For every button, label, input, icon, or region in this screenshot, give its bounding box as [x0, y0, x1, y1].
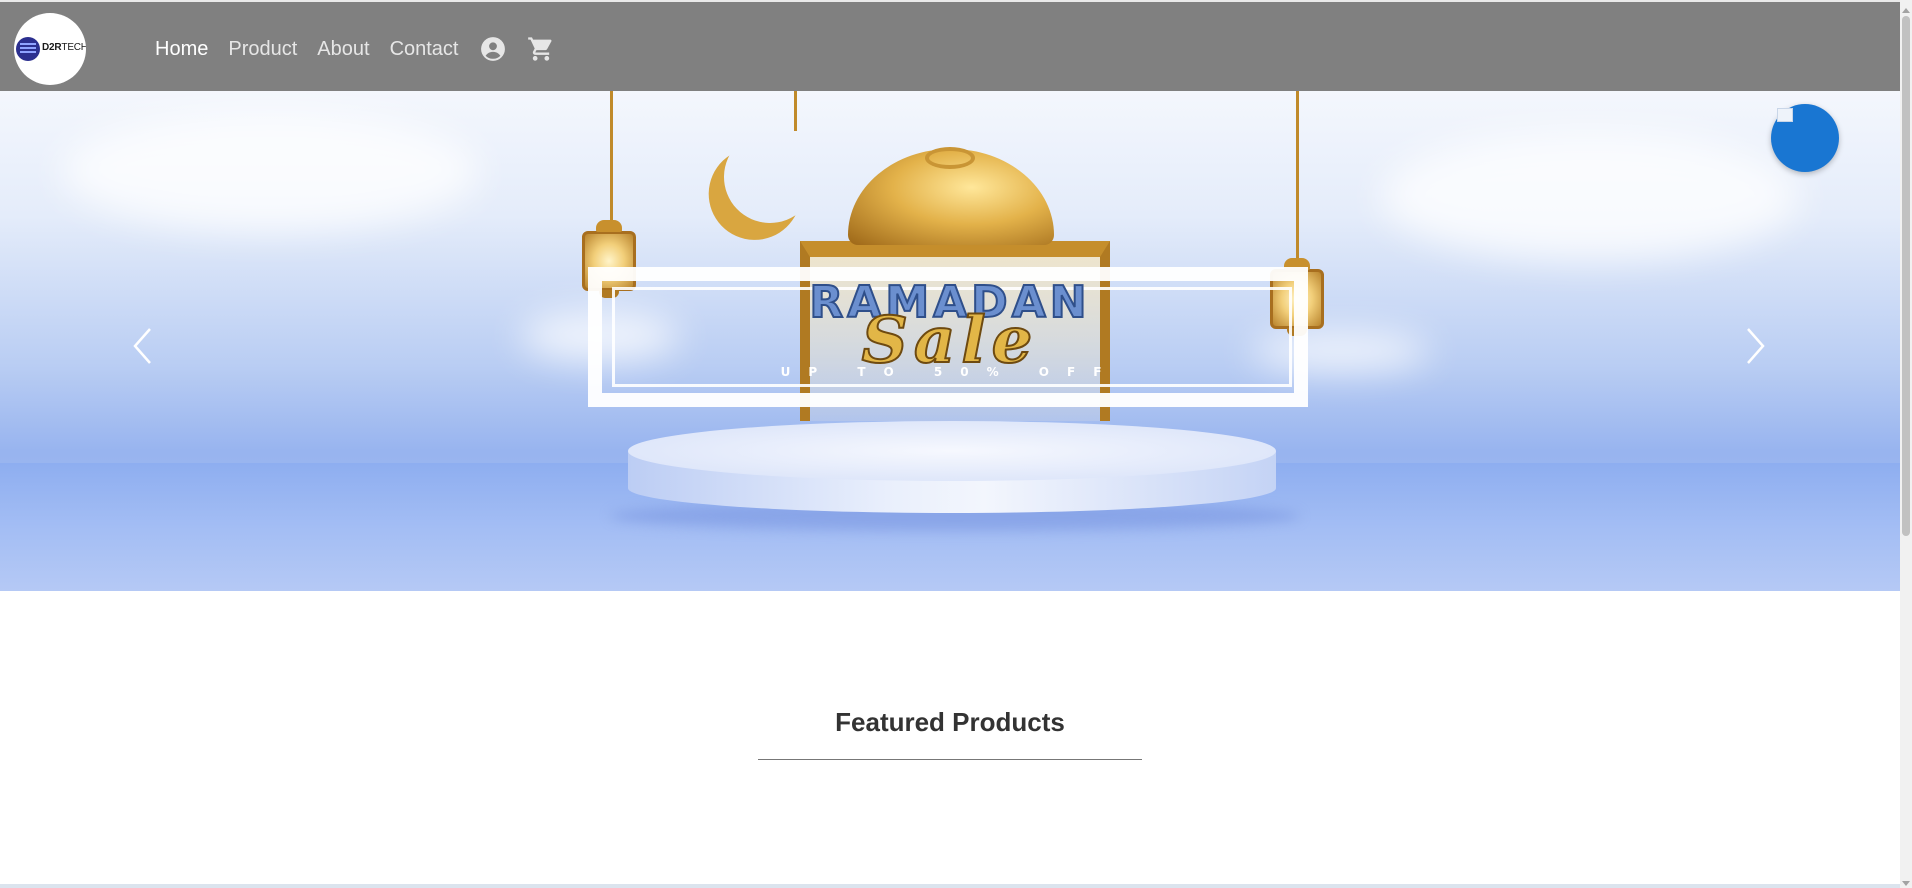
floating-chat-button[interactable] [1771, 104, 1839, 172]
chevron-right-icon [1747, 328, 1765, 364]
carousel-next-button[interactable] [1736, 321, 1776, 371]
featured-products-heading: Featured Products [835, 707, 1065, 737]
broken-image-icon [1777, 108, 1793, 122]
logo-text-bold: D2R [42, 42, 62, 53]
scroll-up-arrow-icon[interactable] [1900, 2, 1912, 14]
heading-divider [758, 759, 1142, 760]
nav-link-product[interactable]: Product [228, 38, 297, 61]
shopping-cart-icon[interactable] [527, 35, 555, 63]
account-circle-icon[interactable] [479, 35, 507, 63]
dome-ring-decoration [925, 147, 975, 169]
hero-subtitle: UP TO 50% OFF [780, 365, 1120, 379]
logo-globe-icon [16, 37, 40, 61]
hero-carousel[interactable]: RAMADAN Sale UP TO 50% OFF [0, 91, 1900, 591]
cloud-decoration [1380, 131, 1800, 261]
nav-link-about[interactable]: About [317, 38, 369, 61]
nav-link-contact[interactable]: Contact [390, 38, 459, 61]
carousel-prev-button[interactable] [122, 321, 162, 371]
chevron-left-icon [133, 328, 151, 364]
scrollbar-thumb[interactable] [1902, 16, 1910, 536]
nav-links: Home Product About Contact [155, 35, 555, 63]
cloud-decoration [60, 111, 480, 231]
page: D2RTECH Home Product About Contact RAMAD… [0, 0, 1912, 888]
podium-top [628, 421, 1276, 481]
lantern-rope [1296, 91, 1299, 261]
nav-link-home[interactable]: Home [155, 38, 208, 61]
logo-text: D2RTECH [42, 42, 86, 53]
crescent-rope [794, 91, 797, 131]
logo-text-light: TECH [61, 42, 86, 53]
page-bottom-edge [0, 884, 1900, 888]
brand-logo[interactable]: D2RTECH [14, 13, 86, 85]
scroll-down-arrow-icon[interactable] [1900, 874, 1912, 886]
lantern-rope [610, 91, 613, 221]
vertical-scrollbar[interactable] [1900, 0, 1912, 888]
navbar: D2RTECH Home Product About Contact [0, 2, 1900, 91]
